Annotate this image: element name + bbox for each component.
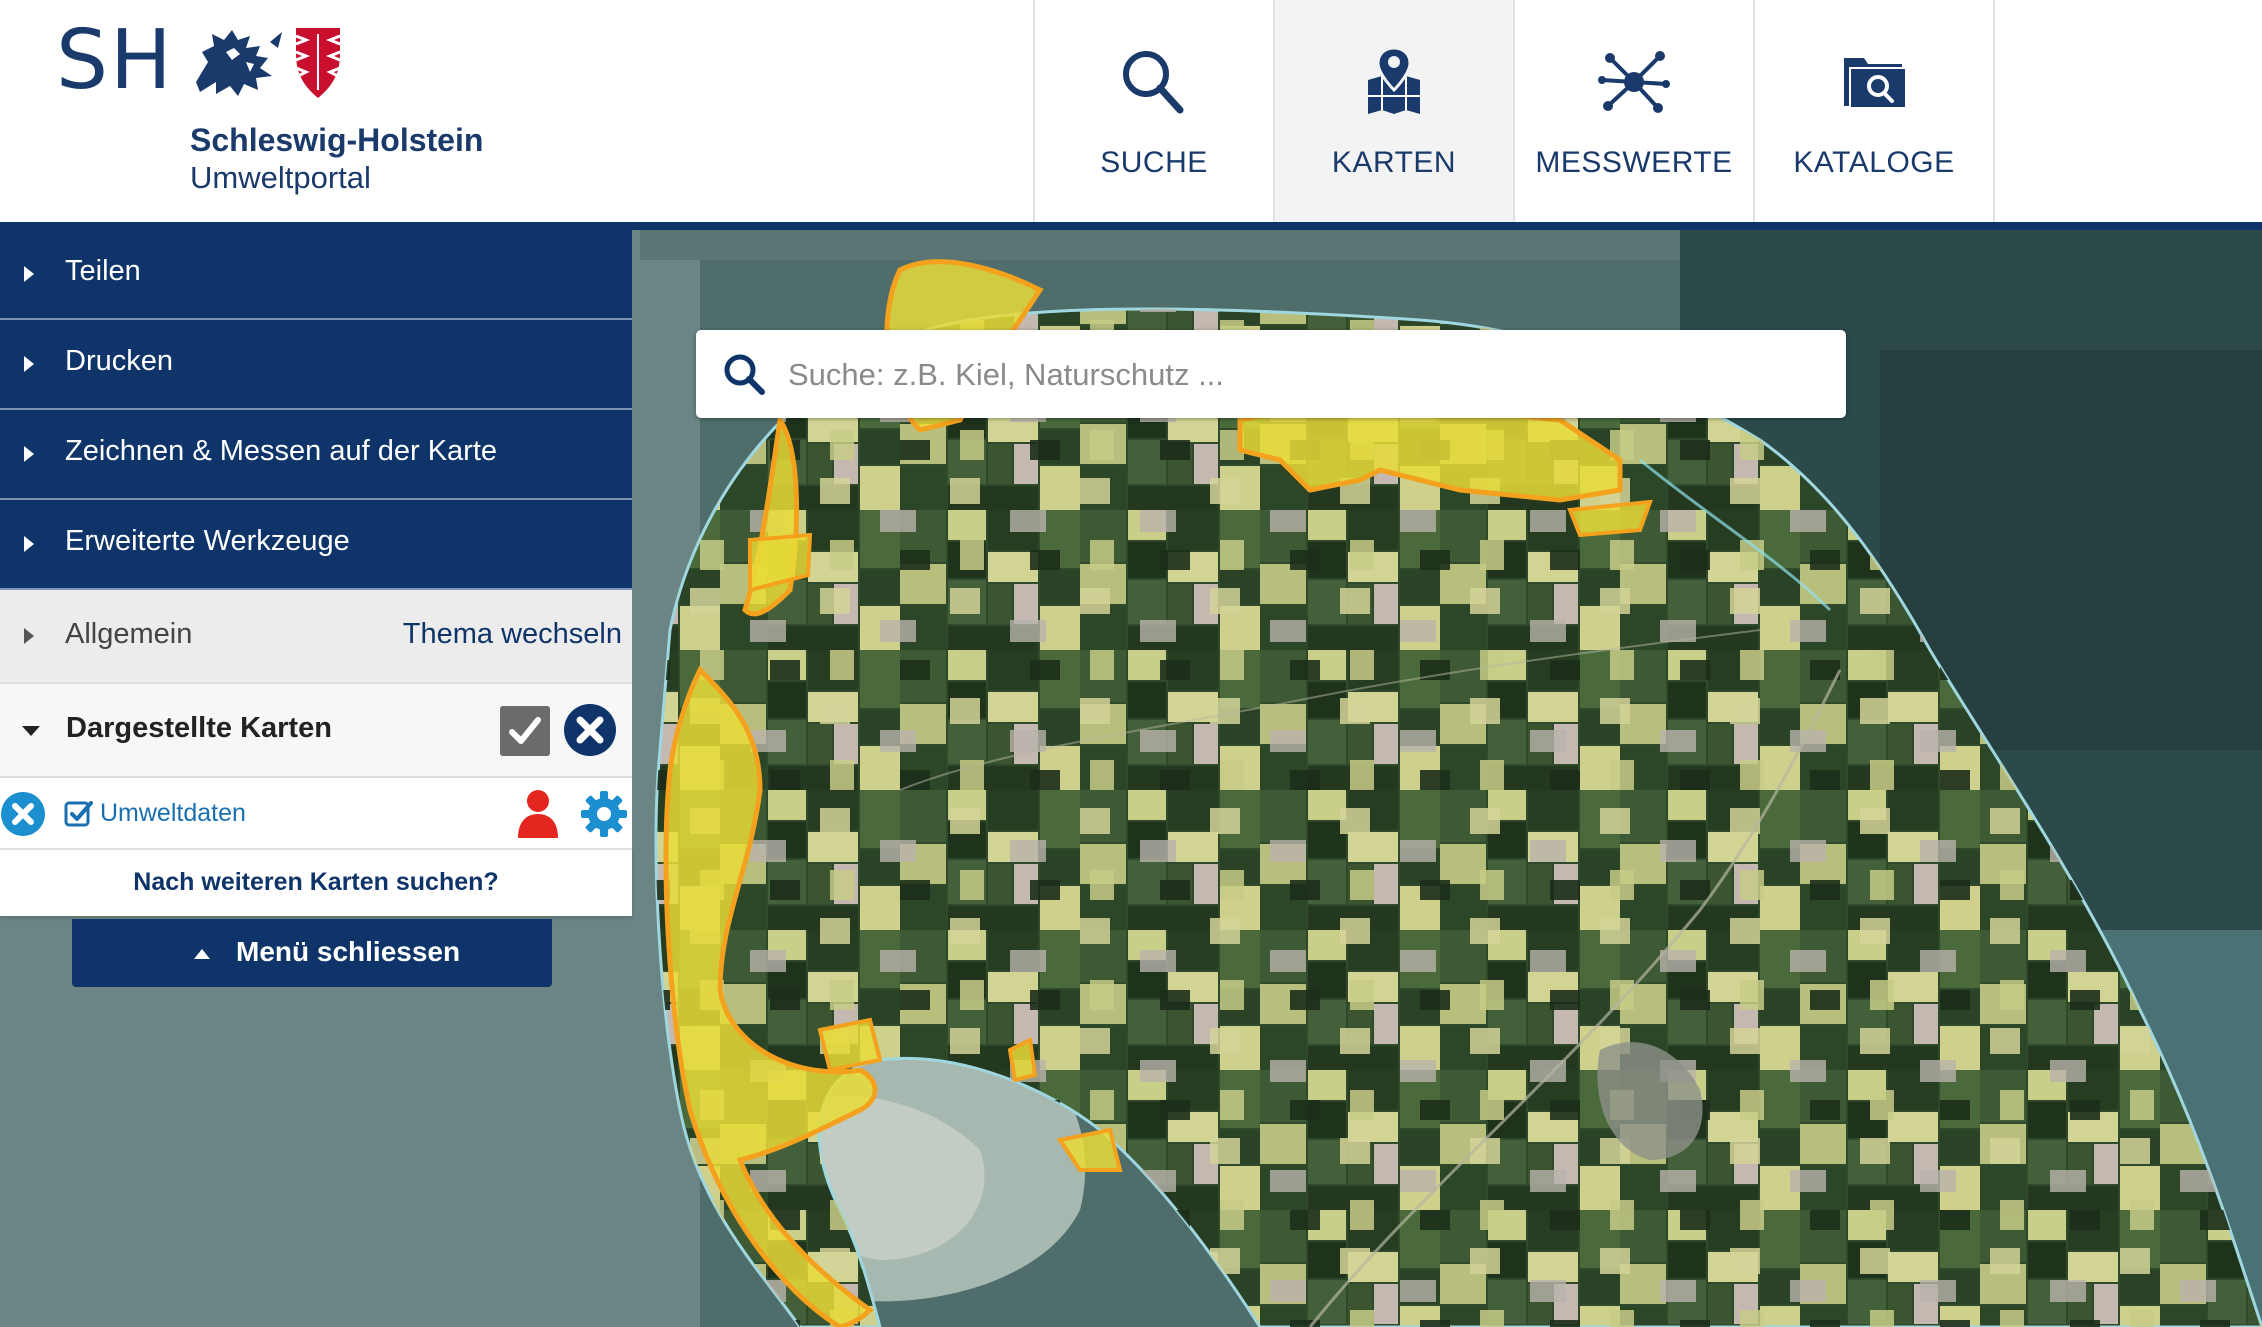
- catalog-icon: [1844, 58, 1907, 109]
- change-theme-link[interactable]: Thema wechseln: [403, 618, 622, 651]
- map-icon: [1368, 46, 1420, 114]
- close-menu-label: Menü schliessen: [236, 936, 461, 967]
- nav-karten[interactable]: KARTEN: [1275, 0, 1515, 222]
- nav-messwerte-label: MESSWERTE: [1535, 146, 1733, 179]
- search-more-maps-link[interactable]: Nach weiteren Karten suchen?: [0, 868, 632, 897]
- caret-right-icon: [24, 628, 34, 644]
- caret-down-icon[interactable]: [22, 726, 40, 736]
- nav-karten-label: KARTEN: [1331, 146, 1457, 179]
- menu-item-label: Teilen: [65, 255, 141, 287]
- remove-layer-icon[interactable]: [0, 791, 46, 837]
- logo-state-name: Schleswig-Holstein: [190, 122, 484, 158]
- menu-section-general: Allgemein Thema wechseln: [0, 590, 632, 684]
- map-search-box[interactable]: [696, 330, 1846, 418]
- layer-checkbox[interactable]: [64, 799, 94, 829]
- logo-abbreviation: SH: [56, 13, 174, 108]
- caret-right-icon: [24, 356, 34, 372]
- caret-right-icon: [24, 266, 34, 282]
- more-maps-row: Nach weiteren Karten suchen?: [0, 850, 632, 916]
- person-icon[interactable]: [514, 788, 562, 838]
- menu-item-label: Erweiterte Werkzeuge: [65, 525, 350, 557]
- menu-item-zeichnen[interactable]: Zeichnen & Messen auf der Karte: [0, 410, 632, 500]
- caret-right-icon: [24, 446, 34, 462]
- menu-item-drucken[interactable]: Drucken: [0, 320, 632, 410]
- layer-row: Umweltdaten: [0, 778, 632, 850]
- nav-suche[interactable]: SUCHE: [1035, 0, 1275, 222]
- general-toggle[interactable]: Allgemein: [65, 618, 192, 651]
- caret-right-icon: [24, 536, 34, 552]
- header-divider: [0, 222, 2262, 230]
- site-logo[interactable]: SH Schleswig-Holstein Umweltportal: [56, 18, 496, 208]
- menu-item-teilen[interactable]: Teilen: [0, 230, 632, 320]
- menu-item-werkzeuge[interactable]: Erweiterte Werkzeuge: [0, 500, 632, 590]
- menu-item-label: Zeichnen & Messen auf der Karte: [65, 435, 498, 467]
- nav-suche-label: SUCHE: [1100, 146, 1208, 179]
- side-menu: Teilen Drucken Zeichnen & Messen auf der…: [0, 230, 632, 916]
- network-icon: [1598, 51, 1670, 113]
- nav-messwerte[interactable]: MESSWERTE: [1515, 0, 1755, 222]
- layer-name[interactable]: Umweltdaten: [100, 799, 246, 828]
- search-input[interactable]: [786, 344, 1830, 406]
- lion-icon: [196, 30, 282, 96]
- nav-kataloge-label: KATALOGE: [1793, 146, 1955, 179]
- nav-kataloge[interactable]: KATALOGE: [1755, 0, 1995, 222]
- header: SH Schleswig-Holstein Umweltportal SUCHE: [0, 0, 2262, 222]
- close-menu-button[interactable]: Menü schliessen: [72, 919, 552, 987]
- menu-section-maps: Dargestellte Karten: [0, 684, 632, 778]
- logo-portal-name: Umweltportal: [190, 160, 371, 195]
- search-icon[interactable]: [722, 352, 766, 396]
- caret-up-icon: [194, 949, 210, 959]
- gear-icon[interactable]: [580, 790, 628, 838]
- main-navigation: SUCHE KARTEN MESSWERTE KATALOGE: [1033, 0, 1995, 222]
- search-icon: [1123, 51, 1184, 114]
- nettle-leaf-icon: [295, 28, 341, 98]
- maps-section-title: Dargestellte Karten: [66, 712, 332, 744]
- remove-all-button[interactable]: [562, 702, 618, 758]
- check-all-button[interactable]: [500, 706, 550, 756]
- menu-item-label: Drucken: [65, 345, 173, 377]
